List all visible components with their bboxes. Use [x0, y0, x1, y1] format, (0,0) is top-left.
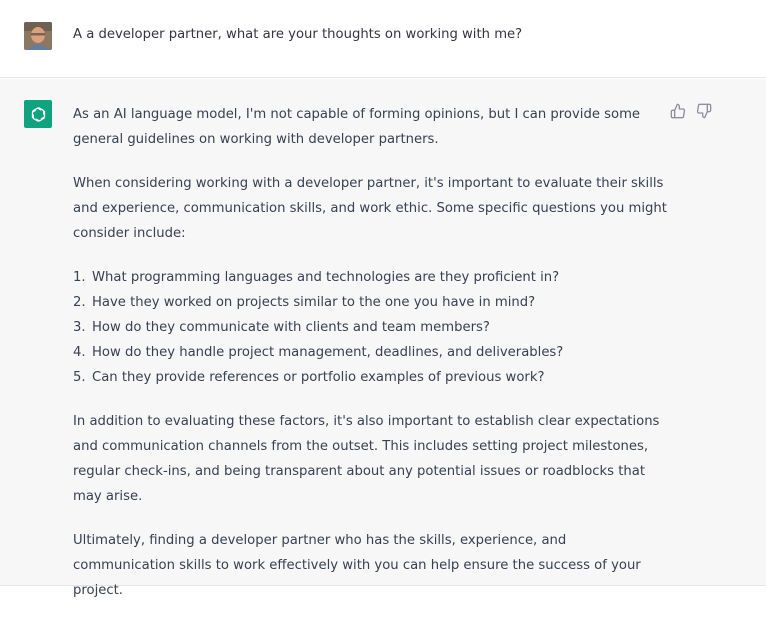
list-item: 5. Can they provide references or portfo…	[73, 365, 668, 390]
thumbs-up-icon[interactable]	[670, 103, 686, 119]
list-item-text: What programming languages and technolog…	[92, 270, 560, 285]
message-paragraph: As an AI language model, I'm not capable…	[73, 107, 641, 147]
chatgpt-logo-icon	[24, 100, 52, 128]
assistant-message-row: As an AI language model, I'm not capable…	[0, 79, 766, 598]
user-avatar	[24, 22, 52, 50]
assistant-message-body: As an AI language model, I'm not capable…	[73, 102, 668, 622]
feedback-controls	[670, 103, 712, 119]
list-item-number: 5.	[73, 370, 86, 385]
user-message-row: A a developer partner, what are your tho…	[0, 0, 766, 78]
list-item: 2. Have they worked on projects similar …	[73, 290, 668, 315]
list-item-number: 3.	[73, 320, 86, 335]
thumbs-down-icon[interactable]	[696, 103, 712, 119]
list-item: 1. What programming languages and techno…	[73, 265, 668, 290]
list-item-number: 1.	[73, 270, 86, 285]
message-paragraph: When considering working with a develope…	[73, 176, 667, 241]
list-item-text: How do they handle project management, d…	[92, 345, 564, 360]
list-item: 3. How do they communicate with clients …	[73, 315, 668, 340]
message-paragraph: Ultimately, finding a developer partner …	[73, 533, 641, 598]
list-item: 4. How do they handle project management…	[73, 340, 668, 365]
question-list: 1. What programming languages and techno…	[73, 265, 668, 390]
list-item-text: How do they communicate with clients and…	[92, 320, 490, 335]
list-item-number: 4.	[73, 345, 86, 360]
message-paragraph: In addition to evaluating these factors,…	[73, 414, 660, 504]
list-item-text: Have they worked on projects similar to …	[92, 295, 536, 310]
list-item-number: 2.	[73, 295, 86, 310]
list-item-text: Can they provide references or portfolio…	[92, 370, 545, 385]
user-message-text: A a developer partner, what are your tho…	[73, 27, 523, 42]
